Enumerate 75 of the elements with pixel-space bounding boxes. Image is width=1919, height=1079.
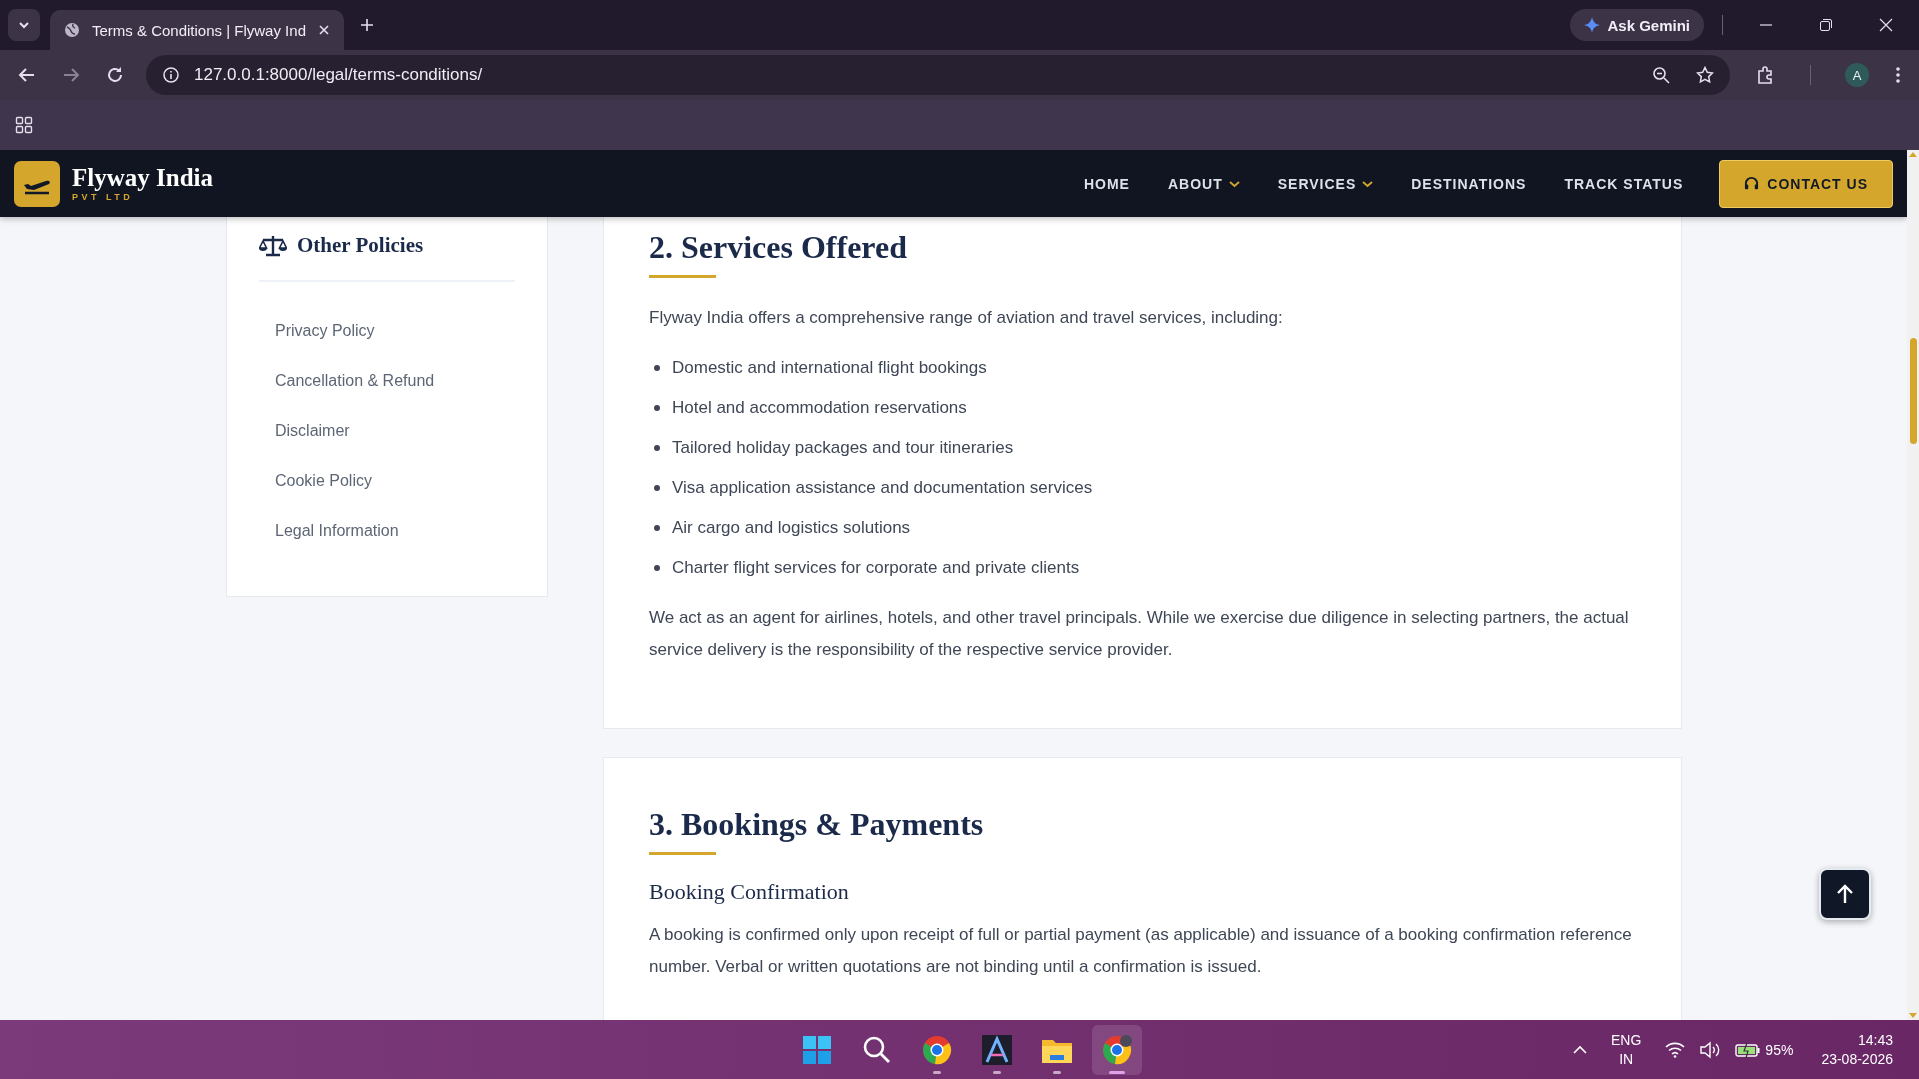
paragraph: A booking is confirmed only upon receipt of full or partial payment (as applicable) and issuance of a booking confirmation reference number. Verbal or written quotations are not binding until a confirmation is issued. — [649, 924, 1633, 978]
restore-icon[interactable] — [1819, 18, 1833, 32]
search-icon — [861, 1034, 892, 1065]
chevron-down-icon — [1362, 179, 1374, 188]
taskbar-app[interactable] — [1091, 1024, 1142, 1075]
policy-link[interactable]: Legal Information — [259, 506, 515, 556]
arrow-up-icon — [1836, 884, 1854, 904]
policy-link[interactable]: Cancellation & Refund — [259, 356, 515, 406]
plane-logo-icon — [14, 160, 60, 207]
forward-icon[interactable] — [62, 66, 80, 84]
browser-tab[interactable]: Terms & Conditions | Flyway Ind — [50, 10, 344, 50]
info-icon[interactable] — [162, 66, 180, 84]
nav-link[interactable]: SERVICES — [1277, 175, 1374, 192]
bullet-icon — [654, 405, 660, 411]
list-item: Domestic and international flight bookings — [672, 357, 987, 379]
close-icon[interactable] — [318, 24, 330, 36]
reload-icon[interactable] — [106, 66, 124, 84]
bullet-icon — [654, 485, 660, 491]
address-bar[interactable]: 127.0.0.1:8000/legal/terms-conditions/ — [146, 55, 1730, 95]
list-item: Visa application assistance and documentation services — [672, 477, 1093, 499]
browser-icon — [1101, 1034, 1132, 1065]
section-heading: 3. Bookings & Payments — [649, 805, 985, 844]
scroll-to-top-button[interactable] — [1819, 868, 1871, 920]
nav-link[interactable]: ABOUT — [1167, 175, 1240, 192]
bullet-icon — [654, 365, 660, 371]
contact-us-button[interactable]: CONTACT US — [1719, 159, 1893, 208]
star-icon[interactable] — [1696, 66, 1714, 84]
wifi-icon[interactable] — [1665, 1041, 1686, 1058]
language-label[interactable]: ENG — [1611, 1030, 1642, 1050]
globe-icon — [64, 22, 80, 38]
bullet-icon — [654, 525, 660, 531]
battery-icon[interactable] — [1735, 1041, 1762, 1058]
chevron-down-icon — [1228, 179, 1240, 188]
paragraph: We act as an agent for airlines, hotels, and other travel principals. While we exercise due diligence in selecting partners, the actual service delivery is the responsibility of the respective service provider. — [649, 607, 1630, 661]
headset-icon — [1744, 176, 1760, 191]
new-tab-icon[interactable] — [360, 18, 374, 32]
list-item: Tailored holiday packages and tour itineraries — [672, 437, 1014, 459]
policy-link[interactable]: Privacy Policy — [259, 306, 515, 356]
clock-time[interactable]: 14:43 — [1857, 1030, 1893, 1050]
policy-link[interactable]: Disclaimer — [259, 406, 515, 456]
profile-avatar[interactable]: A — [1845, 63, 1869, 87]
zoom-out-icon[interactable] — [1652, 66, 1670, 84]
region-label[interactable]: IN — [1619, 1049, 1634, 1069]
chevron-up-icon[interactable] — [1573, 1044, 1587, 1055]
subheading: Booking Confirmation — [649, 879, 850, 905]
bullet-icon — [654, 445, 660, 451]
section-heading: 2. Services Offered — [649, 228, 908, 267]
brand-tagline: PVT LTD — [72, 191, 135, 202]
ask-gemini-button[interactable]: Ask Gemini — [1570, 9, 1704, 41]
nav-link[interactable]: DESTINATIONS — [1411, 175, 1527, 192]
editor-app-icon — [981, 1034, 1012, 1065]
tab-list-button[interactable] — [8, 9, 40, 41]
bullet-icon — [654, 565, 660, 571]
speaker-icon[interactable] — [1699, 1040, 1722, 1059]
paragraph: Flyway India offers a comprehensive range of aviation and travel services, including: — [649, 307, 1284, 329]
brand-name: Flyway India — [72, 165, 213, 192]
windows-icon — [801, 1034, 832, 1065]
apps-grid-icon[interactable] — [15, 116, 33, 134]
sidebar-title: Other Policies — [297, 233, 424, 258]
clock-date[interactable]: 23-08-2026 — [1821, 1049, 1893, 1069]
battery-percentage[interactable]: 95% — [1765, 1041, 1794, 1058]
close-icon[interactable] — [1879, 18, 1893, 32]
scrollbar[interactable] — [1907, 150, 1919, 1020]
back-icon[interactable] — [18, 66, 36, 84]
nav-link[interactable]: TRACK STATUS — [1564, 175, 1684, 192]
list-item: Air cargo and logistics solutions — [672, 517, 911, 539]
policy-link[interactable]: Cookie Policy — [259, 456, 515, 506]
sparkle-icon — [1584, 17, 1601, 33]
menu-icon[interactable] — [1895, 66, 1901, 84]
nav-link[interactable]: HOME — [1083, 175, 1130, 192]
list-item: Hotel and accommodation reservations — [672, 397, 967, 419]
scrollbar-thumb[interactable] — [1909, 338, 1917, 444]
list-item: Charter flight services for corporate and private clients — [672, 557, 1080, 579]
browser-icon — [921, 1034, 952, 1065]
scales-icon — [259, 234, 287, 257]
